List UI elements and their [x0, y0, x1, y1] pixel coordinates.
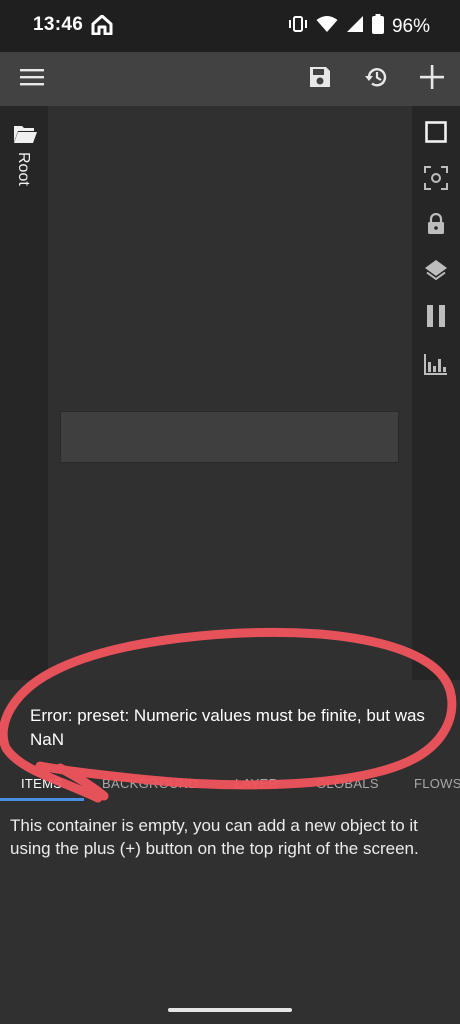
error-message: Error: preset: Numeric values must be fi…	[30, 706, 425, 749]
folder-icon	[13, 124, 37, 149]
layers-icon	[424, 258, 448, 287]
canvas-placeholder-box[interactable]	[60, 411, 399, 463]
tab-layer[interactable]: LAYER	[235, 776, 278, 791]
vibrate-icon	[288, 15, 308, 38]
left-rail: Root	[0, 106, 48, 680]
items-panel: This container is empty, you can add a n…	[0, 802, 460, 1000]
pause-button[interactable]	[412, 296, 460, 340]
status-time: 13:46	[33, 14, 84, 35]
menu-icon	[20, 68, 44, 91]
design-canvas[interactable]	[48, 106, 412, 680]
select-button[interactable]	[412, 112, 460, 156]
home-handle[interactable]	[168, 1008, 292, 1012]
layers-button[interactable]	[412, 250, 460, 294]
root-nav-item[interactable]: Root	[0, 106, 48, 196]
save-button[interactable]	[296, 52, 344, 106]
tab-globals[interactable]: GLOBALS	[316, 776, 379, 791]
tab-indicator	[0, 798, 84, 801]
history-button[interactable]	[352, 52, 400, 106]
battery-icon	[371, 14, 384, 39]
empty-container-message: This container is empty, you can add a n…	[10, 816, 419, 858]
add-button[interactable]	[408, 52, 456, 106]
root-label: Root	[15, 152, 32, 186]
tab-background[interactable]: BACKGROUND	[102, 776, 198, 791]
tab-flows[interactable]: FLOWS	[414, 776, 460, 791]
lock-icon	[427, 212, 445, 240]
status-icons: 96%	[288, 14, 430, 39]
status-bar: 13:46 96%	[0, 0, 460, 52]
square-icon	[425, 120, 447, 148]
save-icon	[308, 65, 332, 94]
tab-items[interactable]: ITEMS	[21, 776, 62, 791]
history-icon	[363, 65, 389, 94]
chart-icon	[424, 353, 448, 380]
stats-button[interactable]	[412, 344, 460, 388]
menu-button[interactable]	[8, 52, 56, 106]
focus-button[interactable]	[412, 158, 460, 202]
right-rail	[412, 106, 460, 680]
pause-icon	[426, 304, 446, 333]
home-icon	[91, 14, 113, 40]
app-toolbar	[0, 52, 460, 106]
lock-button[interactable]	[412, 204, 460, 248]
wifi-icon	[316, 15, 338, 38]
signal-icon	[346, 15, 364, 38]
error-panel: Error: preset: Numeric values must be fi…	[0, 680, 460, 772]
add-icon	[420, 64, 444, 94]
battery-percent: 96%	[391, 15, 430, 37]
gesture-nav-bar	[0, 1000, 460, 1024]
tab-bar: ITEMS BACKGROUND LAYER GLOBALS FLOWS	[0, 772, 460, 802]
focus-icon	[424, 165, 448, 195]
